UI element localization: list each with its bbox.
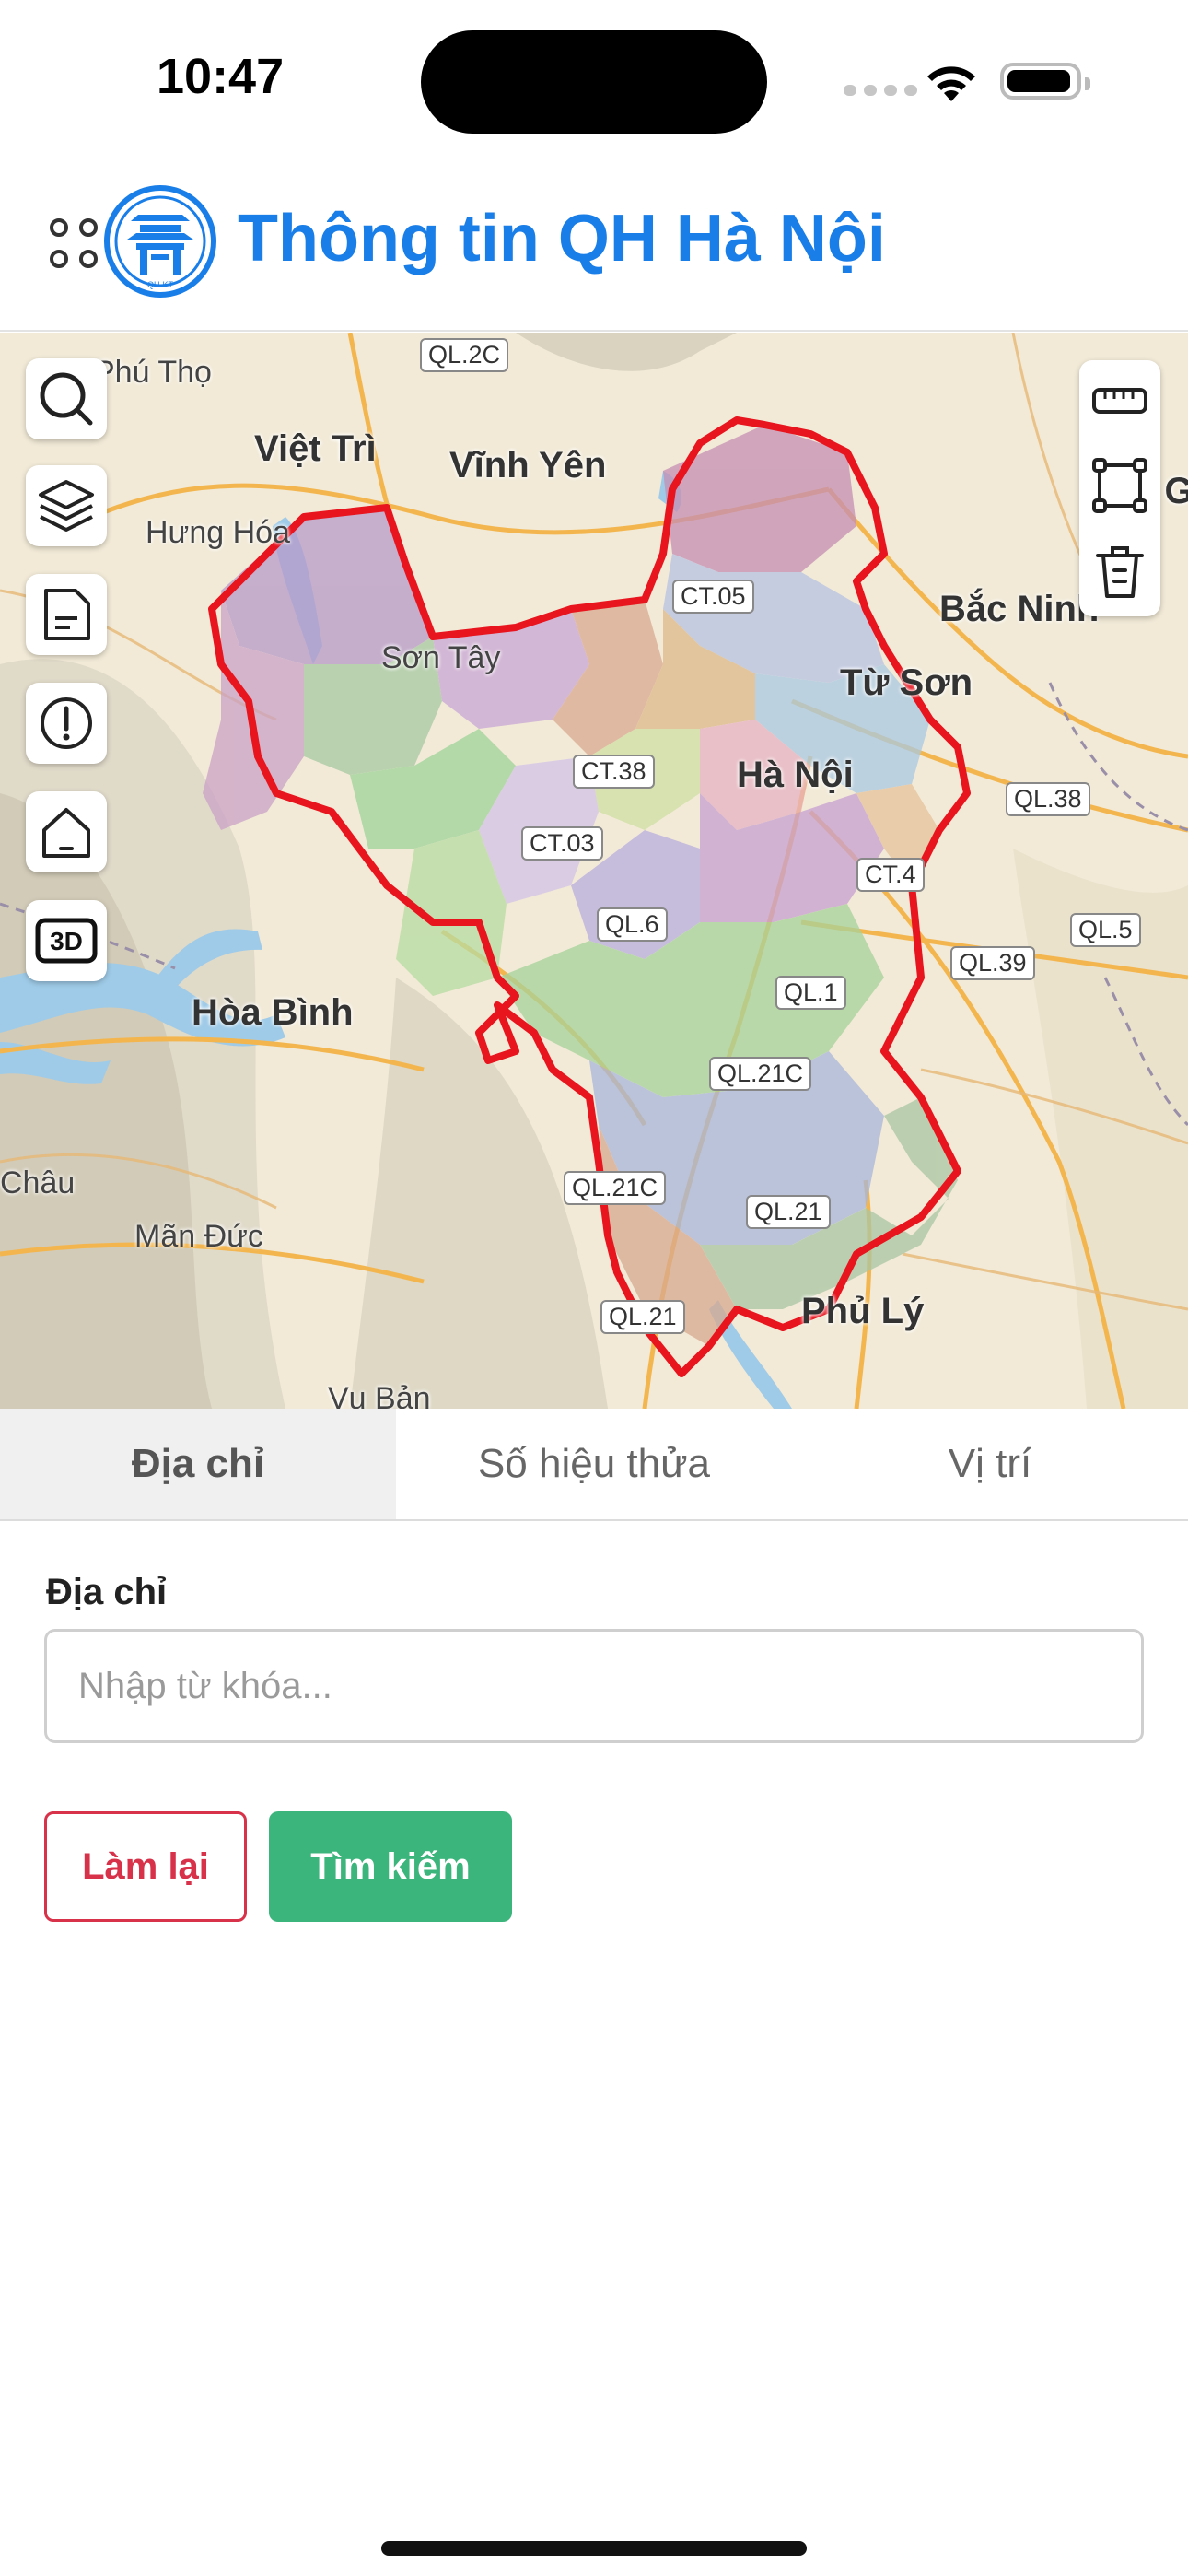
status-bar: 10:47	[0, 0, 1188, 157]
measure-toolbar	[1079, 360, 1160, 616]
tab-address[interactable]: Địa chỉ	[0, 1409, 396, 1519]
road-badge: CT.05	[672, 580, 754, 614]
road-badge: QL.21	[600, 1300, 685, 1334]
polygon-button[interactable]	[1079, 445, 1160, 526]
map-view[interactable]: Phú Thọ Việt Trì Vĩnh Yên Hưng Hóa Sơn T…	[0, 333, 1188, 1409]
place-man-duc: Mãn Đức	[134, 1219, 263, 1254]
tab-location[interactable]: Vị trí	[792, 1409, 1188, 1519]
layers-icon	[39, 480, 94, 532]
road-badge: QL.2C	[420, 338, 509, 372]
map-document-button[interactable]	[26, 574, 107, 655]
road-badge: QL.1	[775, 976, 846, 1010]
3d-label: 3D	[50, 927, 83, 955]
status-time: 10:47	[157, 49, 285, 104]
search-button[interactable]: Tìm kiếm	[269, 1811, 512, 1922]
home-indicator	[381, 2541, 807, 2556]
home-icon	[42, 808, 90, 858]
search-icon	[40, 372, 93, 426]
map-search-button[interactable]	[26, 358, 107, 439]
app-title: Thông tin QH Hà Nội	[238, 202, 886, 275]
map-3d-button[interactable]: 3D	[26, 900, 107, 981]
trash-icon	[1096, 546, 1144, 598]
place-tu-son: Từ Sơn	[840, 662, 973, 703]
place-hoa-binh: Hòa Bình	[192, 992, 354, 1033]
3d-icon: 3D	[35, 918, 98, 964]
app-header: QH-KT Thông tin QH Hà Nội	[0, 157, 1188, 332]
polygon-icon	[1092, 458, 1147, 513]
wifi-icon	[927, 66, 975, 101]
menu-grid-icon[interactable]	[48, 217, 103, 272]
place-vinh-yen: Vĩnh Yên	[449, 445, 607, 486]
road-badge: QL.21	[746, 1195, 831, 1229]
place-bac-ninh: Bắc Ninh	[939, 589, 1100, 629]
dynamic-island	[421, 30, 767, 134]
place-ha-noi: Hà Nội	[737, 755, 854, 795]
hanoi-logo: QH-KT	[104, 185, 216, 298]
map-layers-button[interactable]	[26, 465, 107, 546]
road-badge: QL.21C	[709, 1057, 812, 1091]
road-badge: CT.4	[856, 858, 925, 892]
road-badge: CT.03	[521, 826, 603, 861]
logo-text: QH-KT	[147, 280, 174, 289]
delete-measure-button[interactable]	[1079, 532, 1160, 613]
place-phu-tho: Phú Thọ	[94, 355, 212, 390]
address-label: Địa chỉ	[46, 1572, 168, 1612]
road-badge: QL.21C	[564, 1171, 667, 1205]
map-info-button[interactable]	[26, 683, 107, 764]
cellular-signal-icon	[844, 85, 917, 96]
road-badge: QL.5	[1070, 913, 1141, 947]
road-badge: QL.6	[597, 907, 668, 942]
search-tabs: Địa chỉ Số hiệu thửa Vị trí	[0, 1409, 1188, 1521]
map-home-button[interactable]	[26, 791, 107, 872]
road-badge: CT.38	[573, 755, 655, 789]
road-badge: QL.38	[1006, 782, 1090, 816]
address-input[interactable]	[44, 1629, 1144, 1743]
reset-button[interactable]: Làm lại	[44, 1811, 247, 1922]
ruler-button[interactable]	[1079, 360, 1160, 441]
ruler-icon	[1092, 388, 1147, 414]
alert-icon	[41, 697, 92, 749]
place-hung-hoa: Hưng Hóa	[146, 515, 290, 550]
place-vu-ban: Vụ Bản	[328, 1381, 431, 1409]
place-viet-tri: Việt Trì	[254, 428, 377, 469]
tab-parcel-number[interactable]: Số hiệu thửa	[396, 1409, 792, 1519]
place-phu-ly: Phủ Lý	[801, 1291, 925, 1331]
road-badge: QL.39	[950, 946, 1035, 980]
battery-icon	[1000, 63, 1090, 100]
place-chau: Châu	[0, 1165, 76, 1200]
place-son-tay: Sơn Tây	[381, 640, 501, 675]
document-icon	[44, 589, 90, 640]
